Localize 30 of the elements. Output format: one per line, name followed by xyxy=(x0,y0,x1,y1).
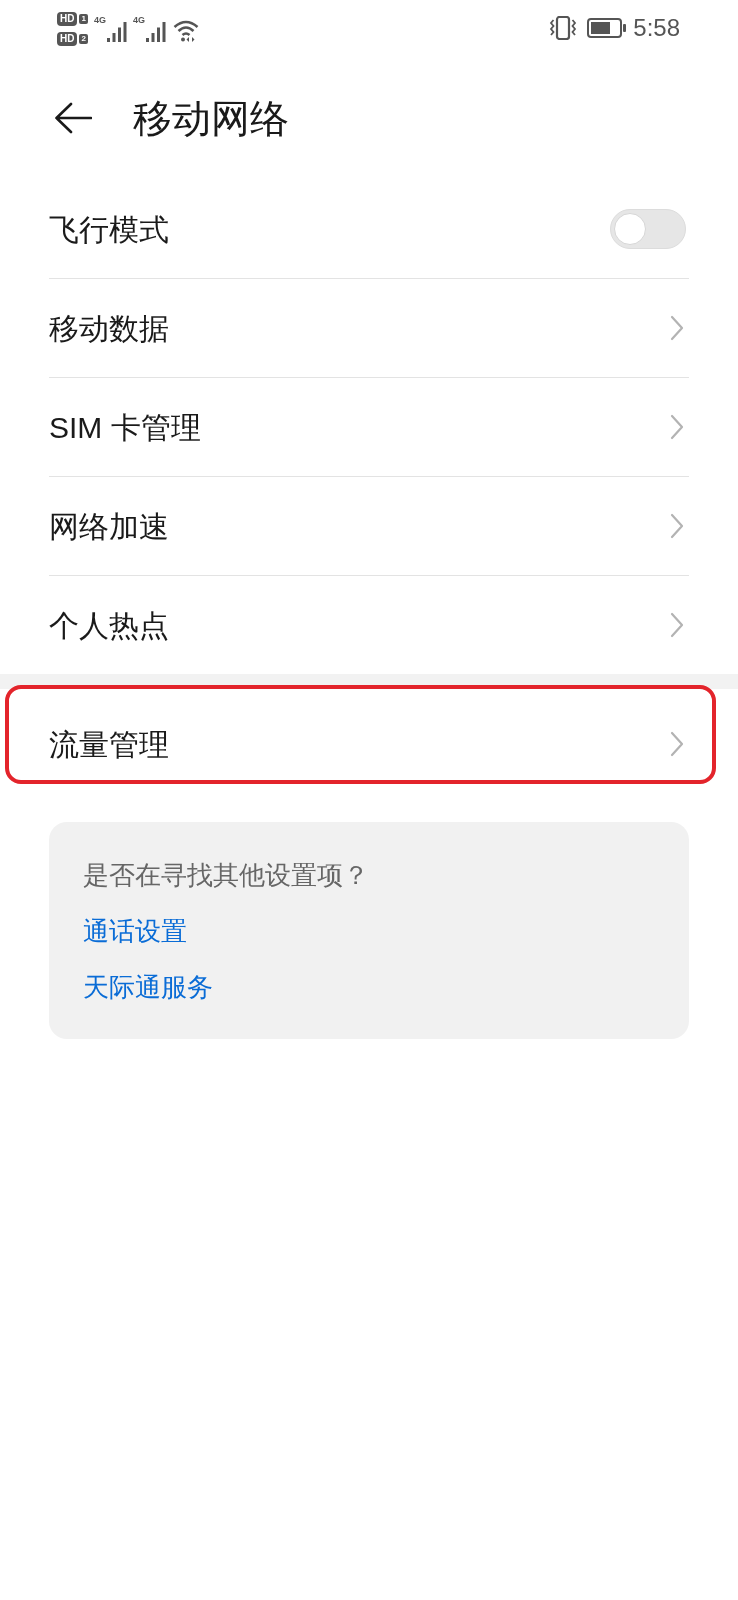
sim-slot-badge: 2 xyxy=(79,34,88,44)
network-type-label: 4G xyxy=(93,15,106,25)
suggestion-prompt: 是否在寻找其他设置项？ xyxy=(83,859,369,891)
settings-row[interactable]: 网络加速 xyxy=(49,477,689,575)
back-button[interactable] xyxy=(54,102,92,134)
signal-icon xyxy=(106,21,127,42)
chevron-right-icon xyxy=(670,315,684,341)
vibrate-icon xyxy=(549,16,578,40)
chevron-right-icon xyxy=(670,612,684,638)
settings-row[interactable]: SIM 卡管理 xyxy=(49,378,689,476)
chevron-right-icon xyxy=(670,731,684,757)
page-title: 移动网络 xyxy=(133,98,289,138)
suggestion-link[interactable]: 通话设置 xyxy=(83,915,187,947)
signal-icon xyxy=(145,21,166,42)
network-type-label: 4G xyxy=(132,15,145,25)
clock-time: 5:58 xyxy=(633,16,680,40)
sim-slot-badge: 1 xyxy=(79,14,88,24)
suggestion-link[interactable]: 天际通服务 xyxy=(83,971,213,1003)
settings-row[interactable]: 移动数据 xyxy=(49,279,689,377)
hd-badge: HD xyxy=(57,12,78,26)
settings-row[interactable]: 个人热点 xyxy=(49,576,689,674)
settings-row[interactable]: 流量管理 xyxy=(49,695,689,793)
setting-label: 飞行模式 xyxy=(49,211,169,248)
hd-badge: HD xyxy=(57,32,78,46)
chevron-right-icon xyxy=(670,513,684,539)
chevron-right-icon xyxy=(670,414,684,440)
back-arrow-icon xyxy=(54,102,92,134)
wifi-icon xyxy=(172,20,199,42)
battery-icon xyxy=(587,18,628,38)
toggle-switch[interactable] xyxy=(610,209,686,249)
